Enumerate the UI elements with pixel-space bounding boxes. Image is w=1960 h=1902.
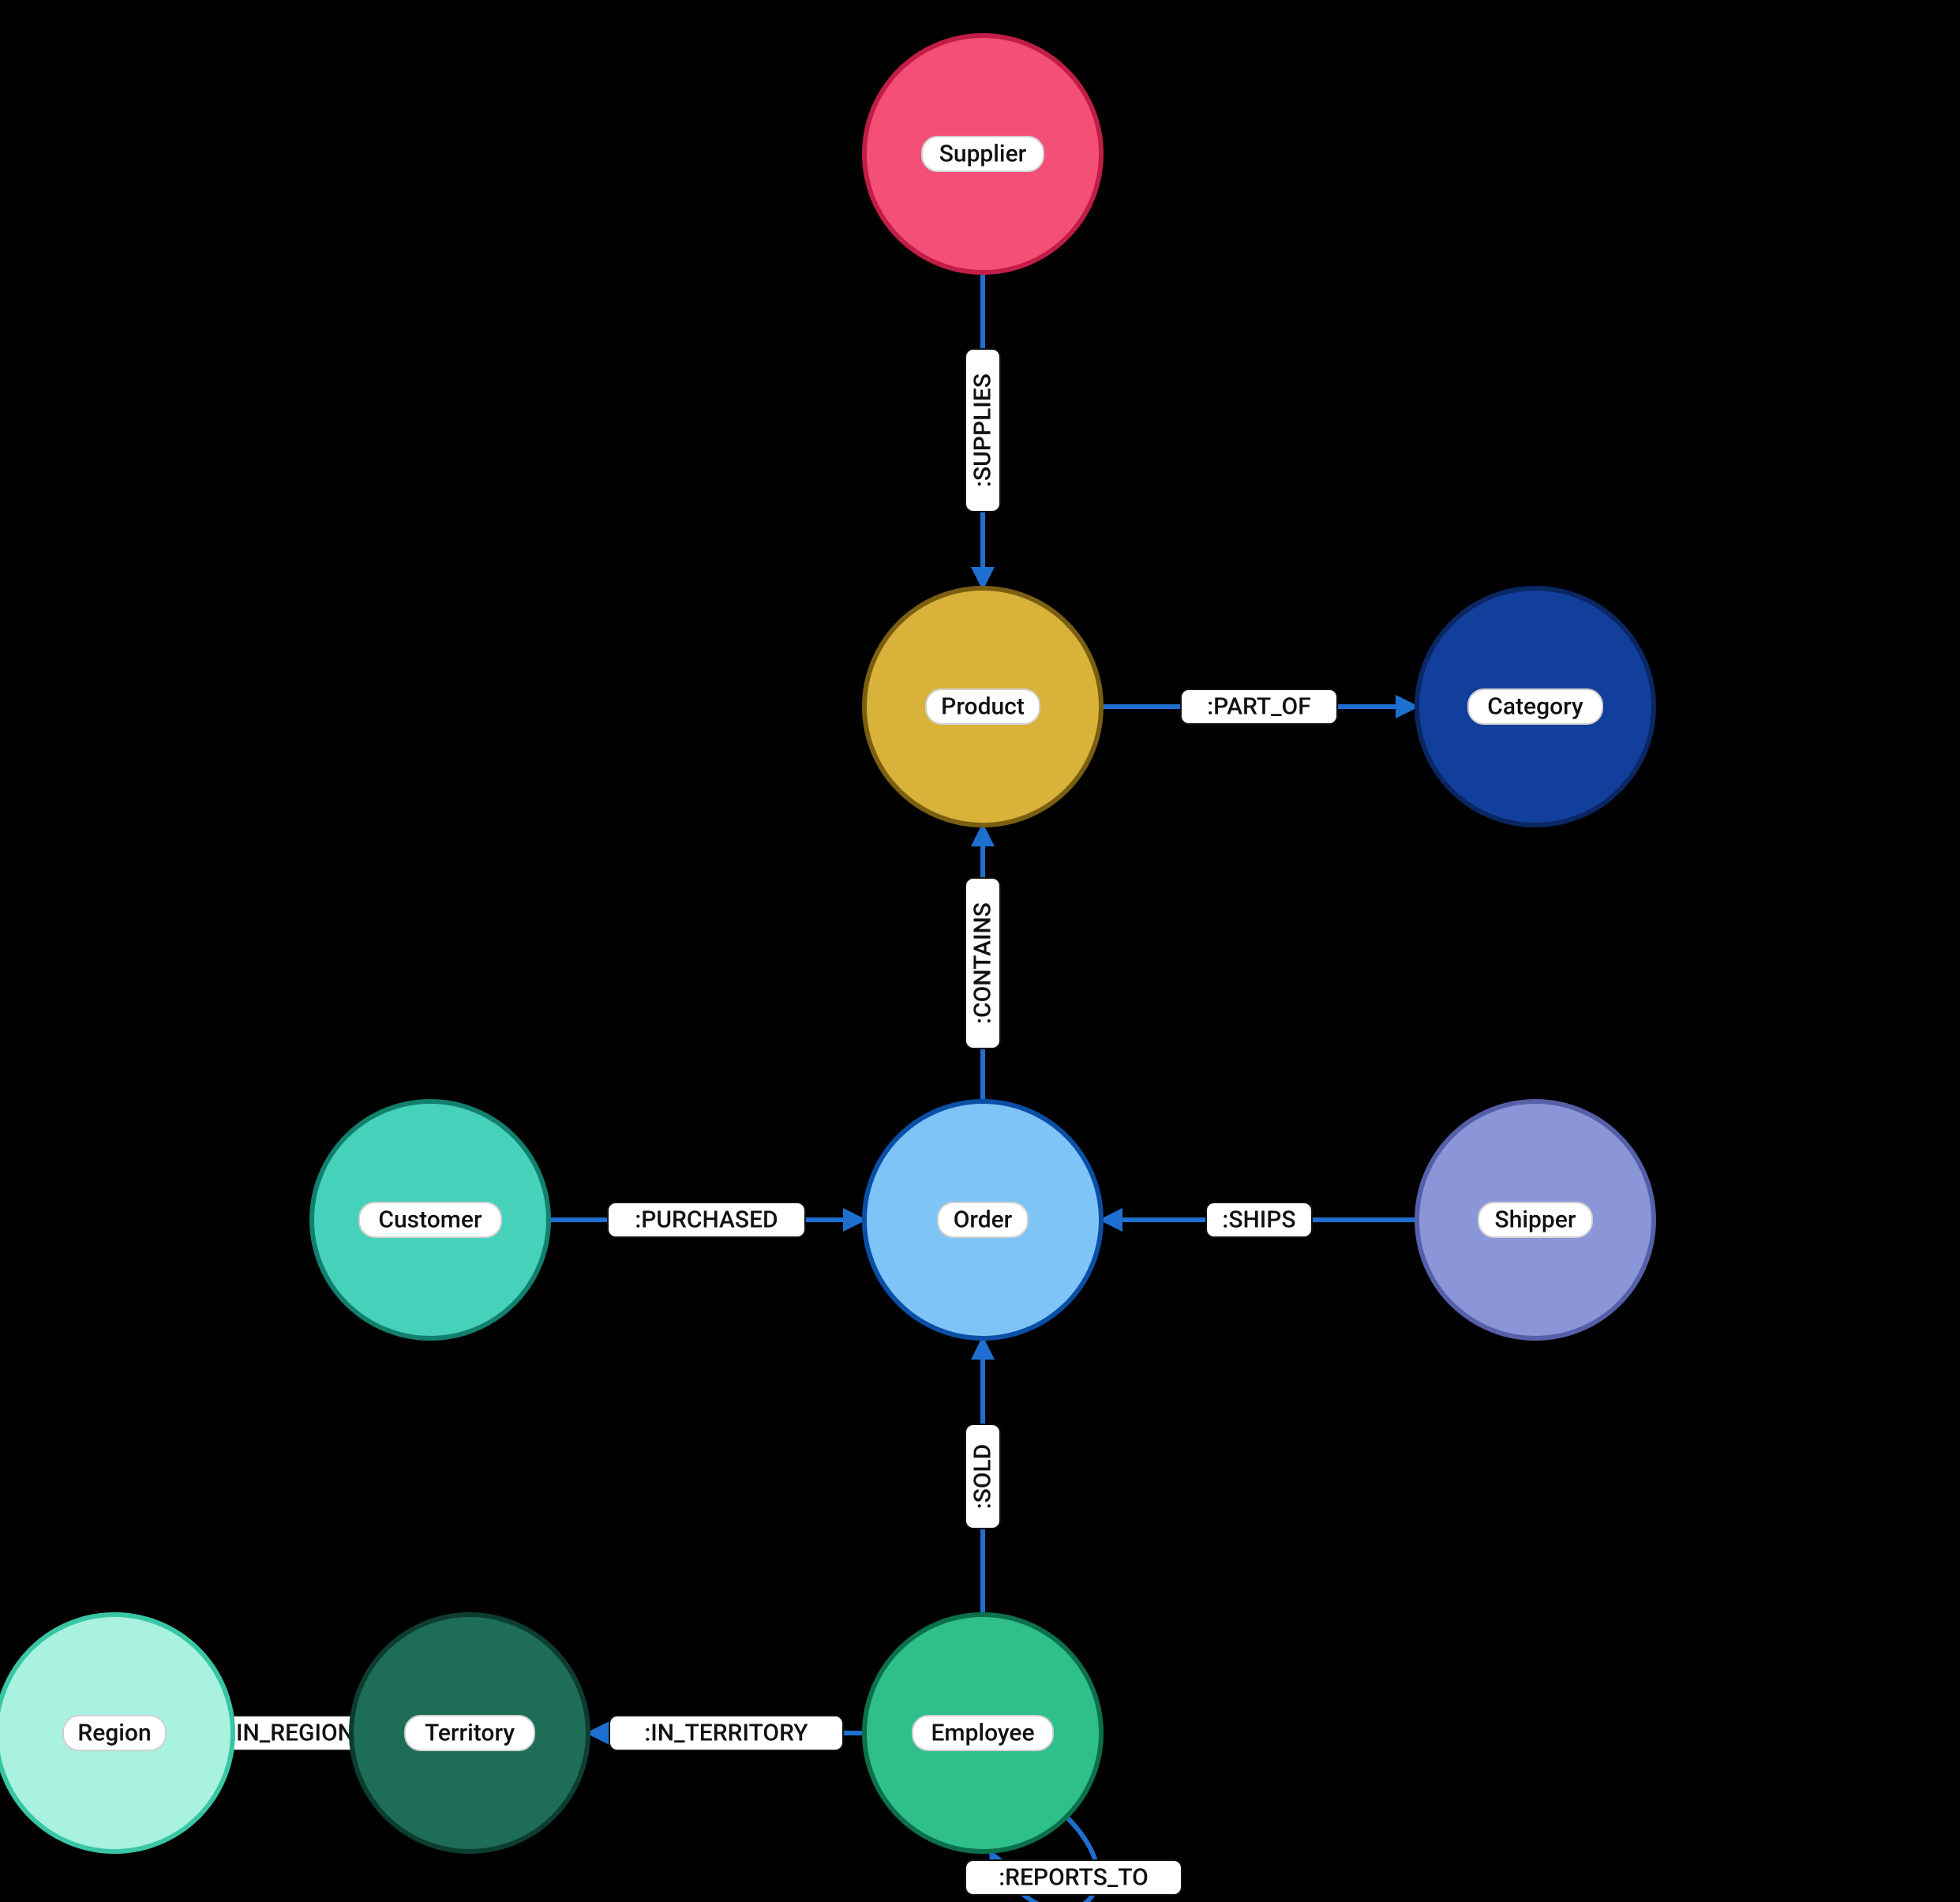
edge-supplies[interactable]: :SUPPLIES [965, 272, 1000, 588]
node-employee[interactable]: Employee [864, 1615, 1101, 1851]
svg-text::REPORTS_TO: :REPORTS_TO [999, 1864, 1149, 1892]
node-product[interactable]: Product [864, 588, 1101, 825]
edge-contains[interactable]: :CONTAINS [965, 825, 1000, 1101]
svg-text::SHIPS: :SHIPS [1222, 1206, 1295, 1234]
node-territory[interactable]: Territory [351, 1615, 588, 1851]
svg-text::SUPPLIES: :SUPPLIES [969, 373, 997, 487]
svg-text::PURCHASED: :PURCHASED [635, 1206, 778, 1234]
node-customer[interactable]: Customer [312, 1101, 549, 1338]
svg-text:Supplier: Supplier [939, 141, 1027, 168]
svg-text::IN_TERRITORY: :IN_TERRITORY [644, 1720, 808, 1747]
edge-sold[interactable]: :SOLD [965, 1338, 1000, 1615]
node-category[interactable]: Category [1417, 588, 1654, 825]
svg-text::SOLD: :SOLD [969, 1444, 997, 1510]
node-supplier[interactable]: Supplier [864, 36, 1101, 272]
edge-purchased[interactable]: :PURCHASED [549, 1202, 864, 1237]
svg-text::PART_OF: :PART_OF [1207, 693, 1311, 721]
edge-ships[interactable]: :SHIPS [1101, 1202, 1417, 1237]
svg-text:Product: Product [941, 693, 1025, 721]
node-region[interactable]: Region [0, 1615, 233, 1851]
graph-canvas[interactable]: :SUPPLIES :PART_OF :CONTAINS :PURCHASED … [0, 0, 1960, 1902]
svg-text:Shipper: Shipper [1495, 1206, 1576, 1234]
svg-text:Order: Order [954, 1206, 1013, 1234]
svg-text:Customer: Customer [378, 1206, 482, 1234]
svg-text:Category: Category [1487, 693, 1583, 721]
svg-text:Territory: Territory [425, 1720, 515, 1747]
svg-text:Employee: Employee [931, 1720, 1034, 1747]
node-shipper[interactable]: Shipper [1417, 1101, 1654, 1338]
edge-in-territory[interactable]: :IN_TERRITORY [588, 1716, 864, 1750]
edge-part-of[interactable]: :PART_OF [1101, 689, 1417, 724]
node-order[interactable]: Order [864, 1101, 1101, 1338]
svg-text:Region: Region [77, 1720, 151, 1747]
svg-text::IN_REGION: :IN_REGION [230, 1720, 354, 1747]
svg-text::CONTAINS: :CONTAINS [969, 902, 997, 1024]
